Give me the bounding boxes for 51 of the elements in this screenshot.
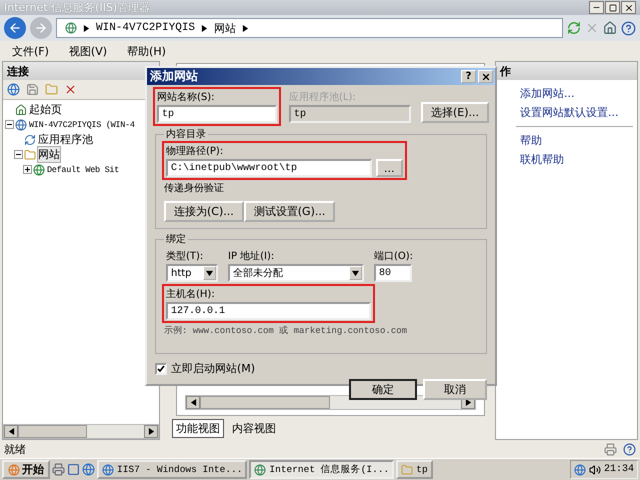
group-title: 绑定	[165, 232, 187, 246]
field-label: 网站名称(S):	[157, 90, 216, 104]
host-name-field[interactable]: 127.0.0.1	[166, 302, 371, 320]
tree-item[interactable]: Default Web Sit	[46, 164, 120, 176]
taskbar-button[interactable]: tp	[396, 460, 433, 479]
panel-title: 作	[496, 62, 637, 80]
breadcrumb-item[interactable]: 网站	[214, 20, 236, 36]
site-name-field[interactable]: tp	[157, 105, 277, 123]
select-button[interactable]: 选择(E)...	[421, 102, 490, 123]
taskbar-button[interactable]: IIS7 - Windows Inte...	[97, 460, 248, 479]
taskbar-button[interactable]: Internet 信息服务(I...	[249, 460, 394, 479]
menu-item[interactable]: 视图(V)	[68, 44, 108, 58]
view-tab[interactable]: 内容视图	[228, 418, 280, 438]
ok-button[interactable]: 确定	[349, 379, 417, 400]
address-bar[interactable]: WIN-4V7C2PIYQIS 网站	[56, 18, 563, 38]
view-tab[interactable]: 功能视图	[172, 418, 224, 438]
group-title: 内容目录	[165, 128, 207, 141]
settings-button[interactable]: 连接为(C)...	[164, 201, 244, 222]
action-link[interactable]: 添加网站...	[496, 84, 637, 103]
action-link[interactable]: 设置网站默认设置...	[496, 103, 637, 122]
dialog-title: 添加网站	[150, 68, 198, 85]
start-button[interactable]: 开始	[2, 460, 50, 479]
menu-item[interactable]: 帮助(H)	[127, 44, 166, 58]
port-field[interactable]: 80	[374, 264, 412, 282]
action-link[interactable]: 联机帮助	[496, 150, 637, 169]
path-field[interactable]: C:\inetpub\wwwroot\tp	[166, 159, 372, 177]
example-text: 示例: www.contoso.com 或 marketing.contoso.com	[164, 324, 408, 337]
settings-button[interactable]: 测试设置(G)...	[244, 201, 336, 222]
field-label: IP 地址(I):	[228, 250, 276, 263]
status-text: 就绪	[4, 442, 26, 456]
field-label: 应用程序池(L):	[289, 90, 357, 104]
tree-item[interactable]: 网站	[37, 146, 61, 163]
menu-item[interactable]: 文件(F)	[12, 44, 49, 58]
field-label: 类型(T):	[166, 250, 204, 263]
field-label: 主机名(H):	[166, 288, 216, 301]
clock: 21:34	[604, 464, 634, 475]
breadcrumb-item[interactable]: WIN-4V7C2PIYQIS	[96, 22, 196, 34]
tree-item[interactable]: 起始页	[28, 101, 63, 118]
field-label: 物理路径(P):	[166, 145, 224, 158]
type-dropdown[interactable]: http	[166, 264, 218, 282]
ip-dropdown[interactable]: 全部未分配	[228, 264, 364, 282]
window-title: Internet 信息服务(IIS)管理器	[4, 0, 150, 15]
tree-item[interactable]: WIN-4V7C2PIYQIS (WIN-4	[28, 118, 136, 130]
checkbox-label: 立即启动网站(M)	[171, 361, 256, 376]
tree-item[interactable]: 应用程序池	[37, 131, 94, 148]
action-link[interactable]: 帮助	[496, 131, 637, 150]
browse-button[interactable]: ...	[376, 159, 402, 177]
field-label: 端口(O):	[374, 250, 414, 263]
cancel-button[interactable]: 取消	[423, 379, 487, 400]
help-button[interactable]: ?	[461, 70, 476, 83]
auth-label: 传递身份验证	[164, 182, 225, 195]
